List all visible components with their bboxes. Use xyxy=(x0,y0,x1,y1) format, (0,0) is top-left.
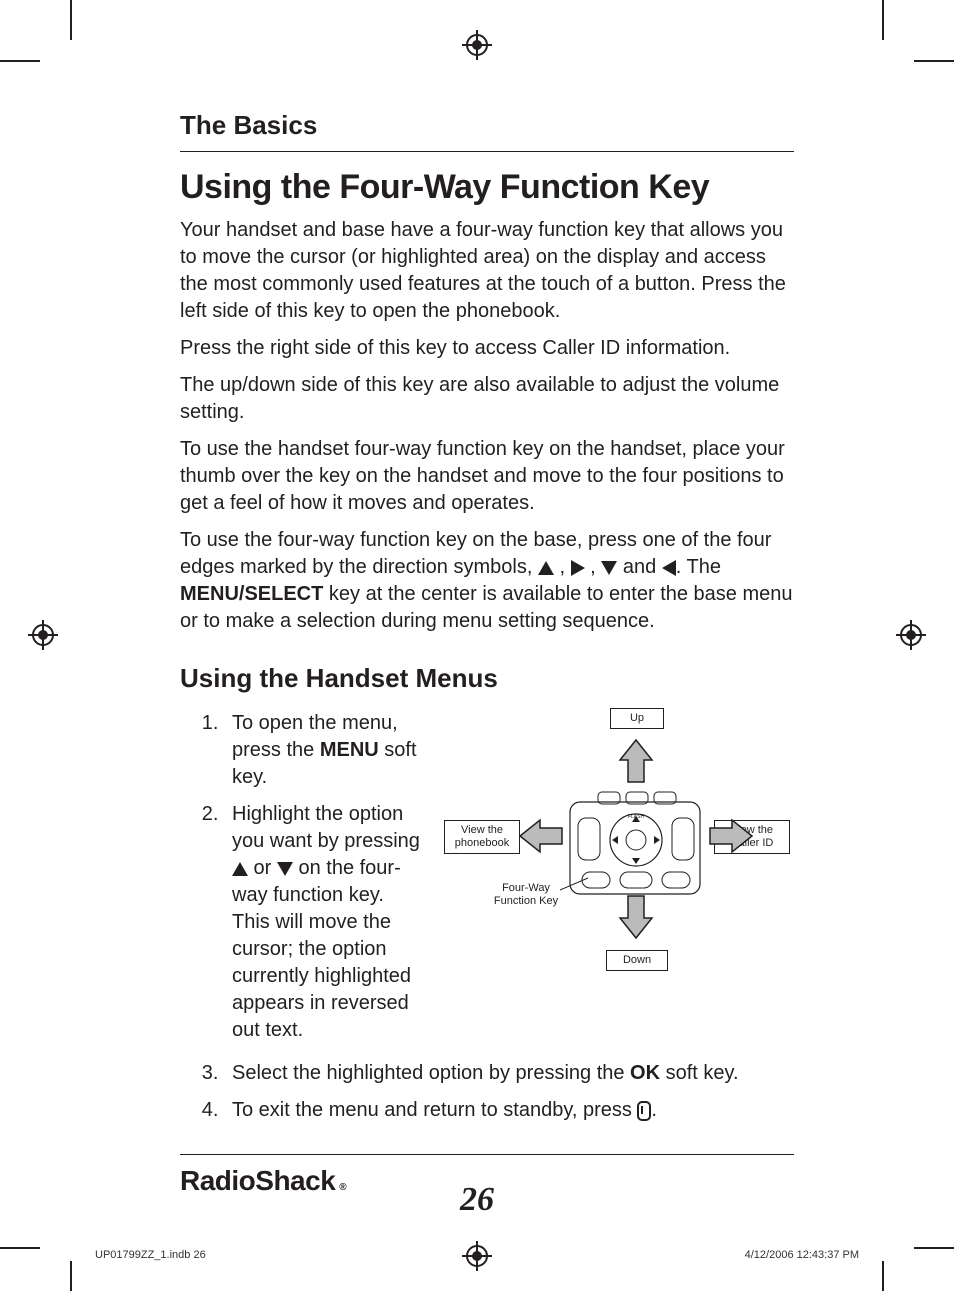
text: , xyxy=(554,556,571,578)
crop-mark xyxy=(882,0,884,40)
crop-mark xyxy=(914,1247,954,1249)
list-item: To open the menu, press the MENU soft ke… xyxy=(224,710,420,791)
leader-line xyxy=(560,876,590,892)
end-call-icon xyxy=(637,1101,651,1121)
text: , xyxy=(585,556,602,578)
text: To exit the menu and return to standby, … xyxy=(232,1099,637,1121)
paragraph: To use the handset four-way function key… xyxy=(180,436,794,517)
triangle-down-icon xyxy=(601,561,617,575)
brand-logo: RadioShack® xyxy=(180,1165,346,1197)
footer-timestamp: 4/12/2006 12:43:37 PM xyxy=(745,1249,859,1261)
text: soft key. xyxy=(660,1062,739,1084)
text: or xyxy=(248,857,277,879)
triangle-up-icon xyxy=(538,561,554,575)
triangle-left-icon xyxy=(662,560,676,576)
paragraph: Press the right side of this key to acce… xyxy=(180,335,794,362)
key-label: OK xyxy=(630,1062,660,1084)
text: Select the highlighted option by pressin… xyxy=(232,1062,630,1084)
registration-mark-icon xyxy=(462,1241,492,1271)
crop-mark xyxy=(0,60,40,62)
arrow-left-icon xyxy=(518,816,564,856)
diagram-down-label: Down xyxy=(606,950,668,971)
diagram-up-label: Up xyxy=(610,708,664,729)
list-item: Select the highlighted option by pressin… xyxy=(224,1060,794,1087)
registration-mark-icon xyxy=(28,620,58,650)
registration-mark-icon xyxy=(462,30,492,60)
list-item: Highlight the option you want by pressin… xyxy=(224,801,420,1044)
paragraph: To use the four-way function key on the … xyxy=(180,527,794,635)
triangle-right-icon xyxy=(571,560,585,576)
list-item: To exit the menu and return to standby, … xyxy=(224,1097,794,1124)
text: . The xyxy=(676,556,721,578)
diagram-left-label: View the phonebook xyxy=(444,820,520,854)
four-way-key-diagram: Up View the phonebook View the Caller ID… xyxy=(440,704,794,1004)
footer-filename: UP01799ZZ_1.indb 26 xyxy=(95,1249,206,1261)
subheading: Using the Handset Menus xyxy=(180,663,794,694)
text: . xyxy=(651,1099,657,1121)
triangle-down-icon xyxy=(277,862,293,876)
arrow-right-icon xyxy=(708,816,754,856)
divider xyxy=(180,1154,794,1155)
registration-mark-icon xyxy=(896,620,926,650)
text: Highlight the option you want by pressin… xyxy=(232,803,420,852)
section-header: The Basics xyxy=(180,110,794,141)
diagram-key-label: Four-Way Function Key xyxy=(488,882,564,908)
key-label: MENU/SELECT xyxy=(180,583,323,605)
paragraph: Your handset and base have a four-way fu… xyxy=(180,217,794,325)
page-number: 26 xyxy=(460,1181,494,1219)
text: and xyxy=(617,556,661,578)
text: on the four-way function key. This will … xyxy=(232,857,411,1041)
crop-mark xyxy=(70,0,72,40)
paragraph: The up/down side of this key are also av… xyxy=(180,372,794,426)
crop-mark xyxy=(882,1261,884,1291)
brand-text: RadioShack xyxy=(180,1165,335,1196)
page-title: Using the Four-Way Function Key xyxy=(180,168,794,207)
arrow-up-icon xyxy=(616,738,656,784)
crop-mark xyxy=(914,60,954,62)
arrow-down-icon xyxy=(616,894,656,940)
crop-mark xyxy=(0,1247,40,1249)
divider xyxy=(180,151,794,152)
triangle-up-icon xyxy=(232,862,248,876)
key-label: MENU xyxy=(320,739,379,761)
crop-mark xyxy=(70,1261,72,1291)
